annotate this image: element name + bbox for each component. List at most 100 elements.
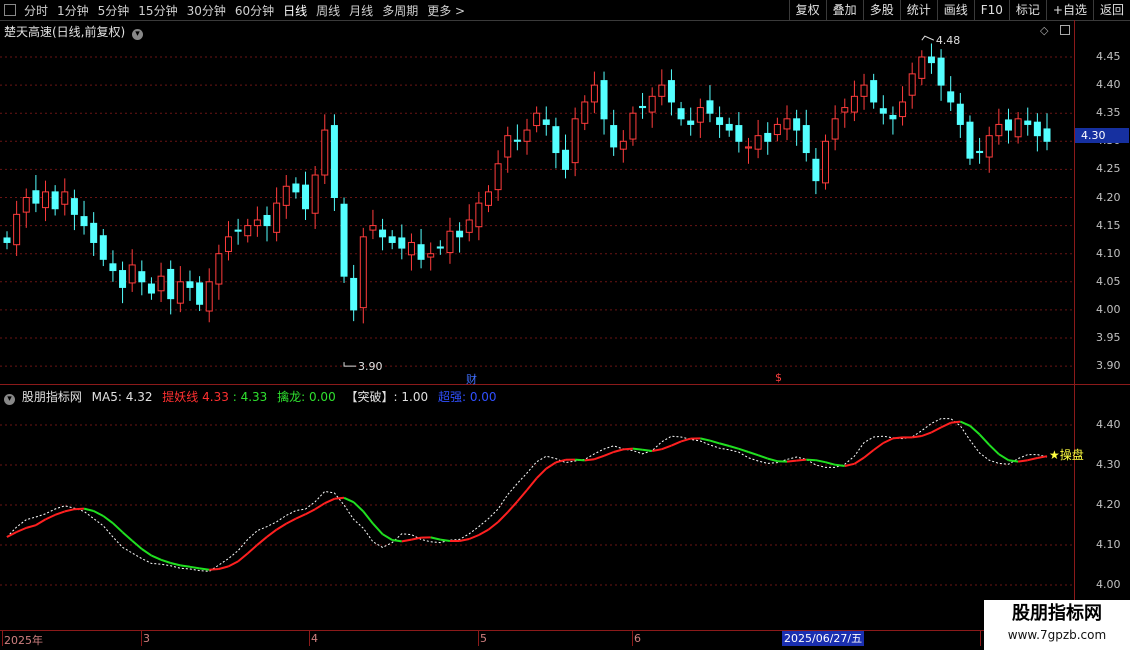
date-tick	[141, 630, 142, 646]
candle-down	[639, 105, 647, 109]
tyx-line-up	[237, 552, 249, 563]
candle-down	[879, 108, 887, 114]
tyx-line-up	[545, 461, 557, 470]
candle-down	[147, 283, 155, 294]
tyx-line-up	[535, 467, 547, 479]
tyx-line-up	[613, 448, 624, 453]
candle-down	[99, 235, 107, 260]
candle-up	[658, 84, 666, 97]
candle-down	[764, 132, 772, 142]
tyx-line-up	[873, 442, 884, 451]
tyx-line-up	[247, 544, 259, 555]
candle-up	[61, 191, 69, 205]
tyx-line-down	[189, 565, 200, 570]
candle-down	[196, 282, 204, 305]
candle-up	[629, 112, 637, 140]
candle-up	[311, 174, 319, 214]
candle-down	[600, 80, 608, 120]
candle-down	[513, 139, 521, 142]
main-y-tick: 4.45	[1096, 50, 1121, 63]
date-label: 6	[634, 632, 641, 645]
date-label: 2025年	[4, 634, 43, 647]
candle-down	[889, 114, 897, 120]
tyx-line-down	[835, 463, 845, 467]
candle-up	[13, 213, 21, 246]
tyx-line-up	[786, 459, 797, 463]
candlestick-chart[interactable]: 4.48 3.90	[0, 0, 1074, 630]
candle-down	[109, 263, 117, 272]
tyx-line-down	[815, 459, 826, 464]
candle-up	[176, 281, 184, 304]
candle-down	[976, 150, 984, 154]
tool-button-8[interactable]: 返回	[1092, 0, 1130, 20]
tyx-line-up	[1037, 455, 1048, 459]
candle-down	[302, 184, 310, 210]
tyx-line-up	[459, 538, 470, 542]
tyx-line-down	[719, 442, 730, 447]
tyx-line-down	[978, 433, 990, 446]
candle-up	[427, 253, 435, 258]
candle-down	[1024, 120, 1032, 125]
main-y-tick: 3.95	[1096, 331, 1121, 344]
candle-up	[244, 225, 252, 237]
candle-down	[398, 237, 406, 249]
candle-up	[523, 129, 531, 142]
indicator-y-tick: 4.30	[1096, 458, 1121, 471]
candle-down	[1043, 128, 1051, 142]
tyx-line-up	[54, 510, 66, 516]
candle-up	[696, 107, 704, 123]
candle-down	[436, 246, 444, 249]
tyx-line-up	[16, 526, 27, 533]
candle-up	[590, 84, 598, 103]
tyx-line-down	[362, 510, 374, 525]
candle-down	[812, 158, 820, 182]
tyx-line-down	[102, 515, 114, 525]
candle-down	[51, 191, 59, 210]
tyx-line-up	[844, 462, 855, 467]
tyx-line-up	[314, 502, 326, 511]
date-tick	[632, 630, 633, 646]
candle-up	[465, 219, 473, 233]
date-label: 5	[480, 632, 487, 645]
tyx-line-down	[382, 533, 393, 541]
candle-down	[725, 123, 733, 131]
tyx-line-down	[969, 425, 981, 436]
candle-down	[1004, 119, 1012, 131]
candle-down	[706, 100, 714, 114]
tyx-line-up	[74, 507, 85, 511]
tyx-line-up	[1027, 457, 1038, 462]
candle-down	[716, 117, 724, 125]
candle-down	[802, 125, 810, 154]
tyx-line-up	[950, 420, 961, 424]
tyx-line-down	[180, 564, 191, 568]
candle-up	[1014, 118, 1022, 138]
candle-up	[995, 123, 1003, 137]
tyx-line-up	[680, 437, 691, 443]
watermark: 股朋指标网 www.7gpzb.com	[984, 600, 1130, 650]
candle-down	[292, 183, 300, 193]
tyx-line-down	[575, 458, 585, 462]
tyx-line-down	[728, 445, 740, 450]
candle-down	[456, 230, 464, 238]
financial-report-marker[interactable]: 财	[466, 371, 477, 387]
date-label: 4	[311, 632, 318, 645]
tyx-line-up	[497, 511, 509, 523]
candle-down	[234, 229, 242, 232]
tyx-line-up	[25, 524, 37, 529]
dividend-marker[interactable]: $	[775, 371, 782, 384]
candle-up	[744, 146, 752, 149]
indicator-y-tick: 4.40	[1096, 418, 1121, 431]
candle-up	[359, 236, 367, 309]
candle-up	[504, 135, 512, 158]
candle-down	[263, 214, 271, 227]
date-label: 3	[143, 632, 150, 645]
cursor-date: 2025/06/27/五	[782, 631, 865, 646]
tyx-line-down	[757, 454, 769, 460]
tyx-line-down	[642, 448, 653, 452]
candle-down	[70, 198, 78, 215]
main-y-tick: 4.15	[1096, 218, 1121, 232]
tyx-line-up	[218, 565, 229, 570]
candle-down	[793, 118, 801, 131]
candle-up	[446, 230, 454, 254]
tyx-line-up	[228, 560, 239, 568]
